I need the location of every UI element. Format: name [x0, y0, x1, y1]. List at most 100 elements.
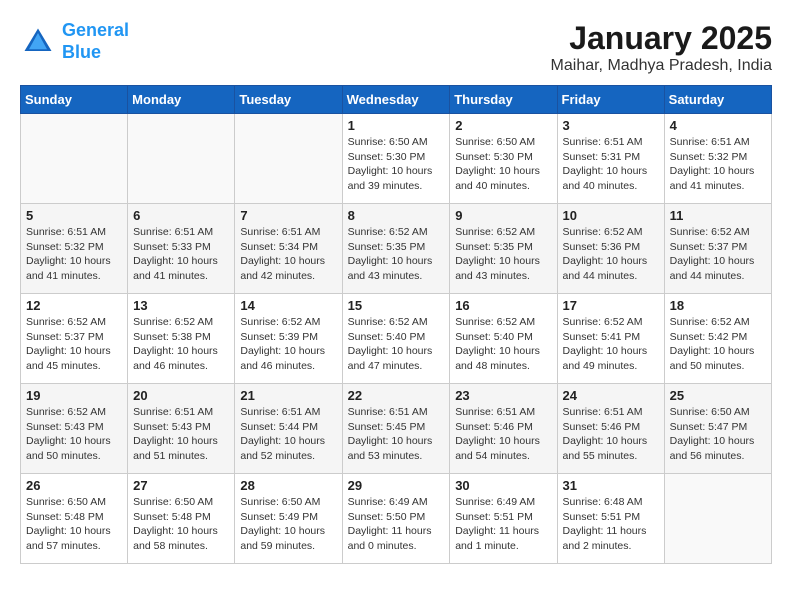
logo-line2: Blue [62, 42, 101, 62]
month-title: January 2025 [551, 20, 772, 57]
calendar-cell: 11 Sunrise: 6:52 AM Sunset: 5:37 PM Dayli… [664, 204, 771, 294]
day-number: 13 [133, 298, 229, 313]
calendar-cell: 4 Sunrise: 6:51 AM Sunset: 5:32 PM Daylig… [664, 114, 771, 204]
calendar-cell: 20Sunrise: 6:51 AM Sunset: 5:43 PM Dayli… [128, 384, 235, 474]
day-number: 30 [455, 478, 551, 493]
calendar-week-row: 12Sunrise: 6:52 AM Sunset: 5:37 PM Dayli… [21, 294, 772, 384]
calendar-cell: 25Sunrise: 6:50 AM Sunset: 5:47 PM Dayli… [664, 384, 771, 474]
cell-daylight-text: Sunrise: 6:51 AM Sunset: 5:46 PM Dayligh… [455, 405, 551, 464]
calendar-cell: 21 Sunrise: 6:51 AM Sunset: 5:44 PM Dayli… [235, 384, 342, 474]
day-number: 6 [133, 208, 229, 223]
calendar-week-row: 5Sunrise: 6:51 AM Sunset: 5:32 PM Daylig… [21, 204, 772, 294]
calendar-cell: 8 Sunrise: 6:52 AM Sunset: 5:35 PM Daylig… [342, 204, 450, 294]
cell-daylight-text: Sunrise: 6:51 AM Sunset: 5:32 PM Dayligh… [670, 135, 766, 194]
day-number: 8 [348, 208, 445, 223]
weekday-header-saturday: Saturday [664, 86, 771, 114]
day-number: 28 [240, 478, 336, 493]
page-header: General Blue January 2025 Maihar, Madhya… [20, 20, 772, 75]
calendar-cell: 9 Sunrise: 6:52 AM Sunset: 5:35 PM Daylig… [450, 204, 557, 294]
day-number: 3 [563, 118, 659, 133]
calendar-cell [128, 114, 235, 204]
day-number: 14 [240, 298, 336, 313]
calendar-week-row: 1 Sunrise: 6:50 AM Sunset: 5:30 PM Daylig… [21, 114, 772, 204]
cell-daylight-text: Sunrise: 6:50 AM Sunset: 5:30 PM Dayligh… [348, 135, 445, 194]
cell-daylight-text: Sunrise: 6:52 AM Sunset: 5:39 PM Dayligh… [240, 315, 336, 374]
day-number: 22 [348, 388, 445, 403]
day-number: 21 [240, 388, 336, 403]
calendar-cell: 6 Sunrise: 6:51 AM Sunset: 5:33 PM Daylig… [128, 204, 235, 294]
cell-daylight-text: Sunrise: 6:51 AM Sunset: 5:45 PM Dayligh… [348, 405, 445, 464]
calendar-cell [21, 114, 128, 204]
cell-daylight-text: Sunrise: 6:51 AM Sunset: 5:44 PM Dayligh… [240, 405, 336, 464]
calendar-cell: 31 Sunrise: 6:48 AM Sunset: 5:51 PM Dayli… [557, 474, 664, 564]
weekday-header-sunday: Sunday [21, 86, 128, 114]
cell-daylight-text: Sunrise: 6:52 AM Sunset: 5:35 PM Dayligh… [455, 225, 551, 284]
calendar-week-row: 26 Sunrise: 6:50 AM Sunset: 5:48 PM Dayli… [21, 474, 772, 564]
calendar-cell: 24 Sunrise: 6:51 AM Sunset: 5:46 PM Dayli… [557, 384, 664, 474]
day-number: 11 [670, 208, 766, 223]
day-number: 10 [563, 208, 659, 223]
location-title: Maihar, Madhya Pradesh, India [551, 57, 772, 75]
calendar-cell: 12Sunrise: 6:52 AM Sunset: 5:37 PM Dayli… [21, 294, 128, 384]
calendar-cell: 13Sunrise: 6:52 AM Sunset: 5:38 PM Dayli… [128, 294, 235, 384]
cell-daylight-text: Sunrise: 6:51 AM Sunset: 5:34 PM Dayligh… [240, 225, 336, 284]
calendar-cell: 30Sunrise: 6:49 AM Sunset: 5:51 PM Dayli… [450, 474, 557, 564]
day-number: 7 [240, 208, 336, 223]
day-number: 1 [348, 118, 445, 133]
calendar-cell: 23Sunrise: 6:51 AM Sunset: 5:46 PM Dayli… [450, 384, 557, 474]
cell-daylight-text: Sunrise: 6:49 AM Sunset: 5:50 PM Dayligh… [348, 495, 445, 554]
calendar-cell: 18 Sunrise: 6:52 AM Sunset: 5:42 PM Dayli… [664, 294, 771, 384]
cell-daylight-text: Sunrise: 6:52 AM Sunset: 5:42 PM Dayligh… [670, 315, 766, 374]
logo-line1: General [62, 20, 129, 40]
calendar-cell: 15 Sunrise: 6:52 AM Sunset: 5:40 PM Dayli… [342, 294, 450, 384]
calendar-cell: 10 Sunrise: 6:52 AM Sunset: 5:36 PM Dayli… [557, 204, 664, 294]
calendar-cell: 3 Sunrise: 6:51 AM Sunset: 5:31 PM Daylig… [557, 114, 664, 204]
calendar-cell: 28Sunrise: 6:50 AM Sunset: 5:49 PM Dayli… [235, 474, 342, 564]
day-number: 15 [348, 298, 445, 313]
calendar-cell [235, 114, 342, 204]
calendar-cell [664, 474, 771, 564]
cell-daylight-text: Sunrise: 6:52 AM Sunset: 5:35 PM Dayligh… [348, 225, 445, 284]
cell-daylight-text: Sunrise: 6:50 AM Sunset: 5:30 PM Dayligh… [455, 135, 551, 194]
cell-daylight-text: Sunrise: 6:52 AM Sunset: 5:37 PM Dayligh… [670, 225, 766, 284]
cell-daylight-text: Sunrise: 6:51 AM Sunset: 5:31 PM Dayligh… [563, 135, 659, 194]
weekday-header-row: SundayMondayTuesdayWednesdayThursdayFrid… [21, 86, 772, 114]
cell-daylight-text: Sunrise: 6:51 AM Sunset: 5:33 PM Dayligh… [133, 225, 229, 284]
weekday-header-wednesday: Wednesday [342, 86, 450, 114]
weekday-header-friday: Friday [557, 86, 664, 114]
logo-icon [20, 24, 56, 60]
calendar-cell: 19 Sunrise: 6:52 AM Sunset: 5:43 PM Dayli… [21, 384, 128, 474]
weekday-header-monday: Monday [128, 86, 235, 114]
day-number: 19 [26, 388, 122, 403]
cell-daylight-text: Sunrise: 6:52 AM Sunset: 5:36 PM Dayligh… [563, 225, 659, 284]
day-number: 31 [563, 478, 659, 493]
day-number: 4 [670, 118, 766, 133]
cell-daylight-text: Sunrise: 6:52 AM Sunset: 5:40 PM Dayligh… [455, 315, 551, 374]
calendar-table: SundayMondayTuesdayWednesdayThursdayFrid… [20, 85, 772, 564]
calendar-week-row: 19 Sunrise: 6:52 AM Sunset: 5:43 PM Dayli… [21, 384, 772, 474]
weekday-header-tuesday: Tuesday [235, 86, 342, 114]
cell-daylight-text: Sunrise: 6:50 AM Sunset: 5:48 PM Dayligh… [133, 495, 229, 554]
calendar-cell: 14 Sunrise: 6:52 AM Sunset: 5:39 PM Dayli… [235, 294, 342, 384]
day-number: 24 [563, 388, 659, 403]
cell-daylight-text: Sunrise: 6:51 AM Sunset: 5:43 PM Dayligh… [133, 405, 229, 464]
cell-daylight-text: Sunrise: 6:48 AM Sunset: 5:51 PM Dayligh… [563, 495, 659, 554]
day-number: 9 [455, 208, 551, 223]
calendar-cell: 1 Sunrise: 6:50 AM Sunset: 5:30 PM Daylig… [342, 114, 450, 204]
day-number: 17 [563, 298, 659, 313]
day-number: 16 [455, 298, 551, 313]
calendar-cell: 16 Sunrise: 6:52 AM Sunset: 5:40 PM Dayli… [450, 294, 557, 384]
calendar-cell: 5Sunrise: 6:51 AM Sunset: 5:32 PM Daylig… [21, 204, 128, 294]
calendar-cell: 29 Sunrise: 6:49 AM Sunset: 5:50 PM Dayli… [342, 474, 450, 564]
day-number: 26 [26, 478, 122, 493]
cell-daylight-text: Sunrise: 6:51 AM Sunset: 5:46 PM Dayligh… [563, 405, 659, 464]
day-number: 29 [348, 478, 445, 493]
title-area: January 2025 Maihar, Madhya Pradesh, Ind… [551, 20, 772, 75]
cell-daylight-text: Sunrise: 6:52 AM Sunset: 5:41 PM Dayligh… [563, 315, 659, 374]
calendar-cell: 27 Sunrise: 6:50 AM Sunset: 5:48 PM Dayli… [128, 474, 235, 564]
cell-daylight-text: Sunrise: 6:52 AM Sunset: 5:43 PM Dayligh… [26, 405, 122, 464]
logo-text: General Blue [62, 20, 129, 63]
day-number: 27 [133, 478, 229, 493]
day-number: 18 [670, 298, 766, 313]
cell-daylight-text: Sunrise: 6:52 AM Sunset: 5:40 PM Dayligh… [348, 315, 445, 374]
